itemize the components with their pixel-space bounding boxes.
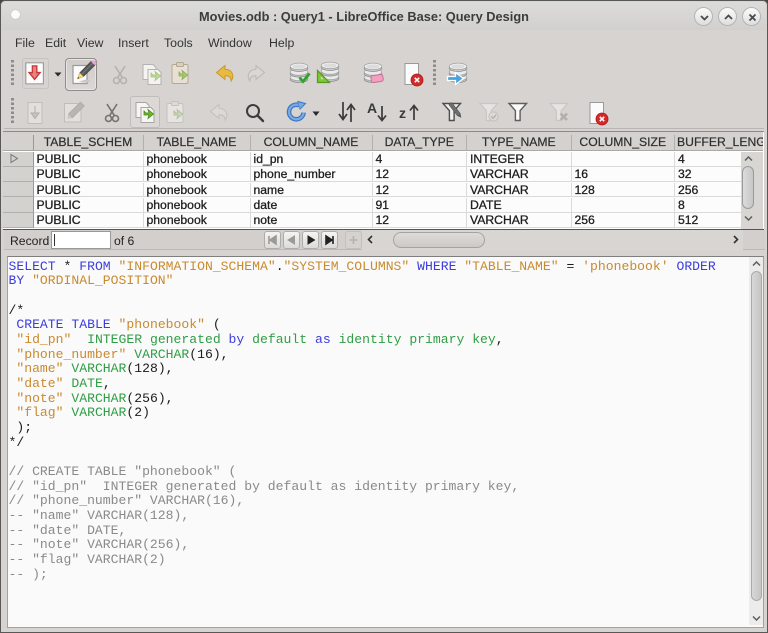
svg-text:A: A xyxy=(367,100,377,116)
svg-text:z: z xyxy=(399,105,406,121)
